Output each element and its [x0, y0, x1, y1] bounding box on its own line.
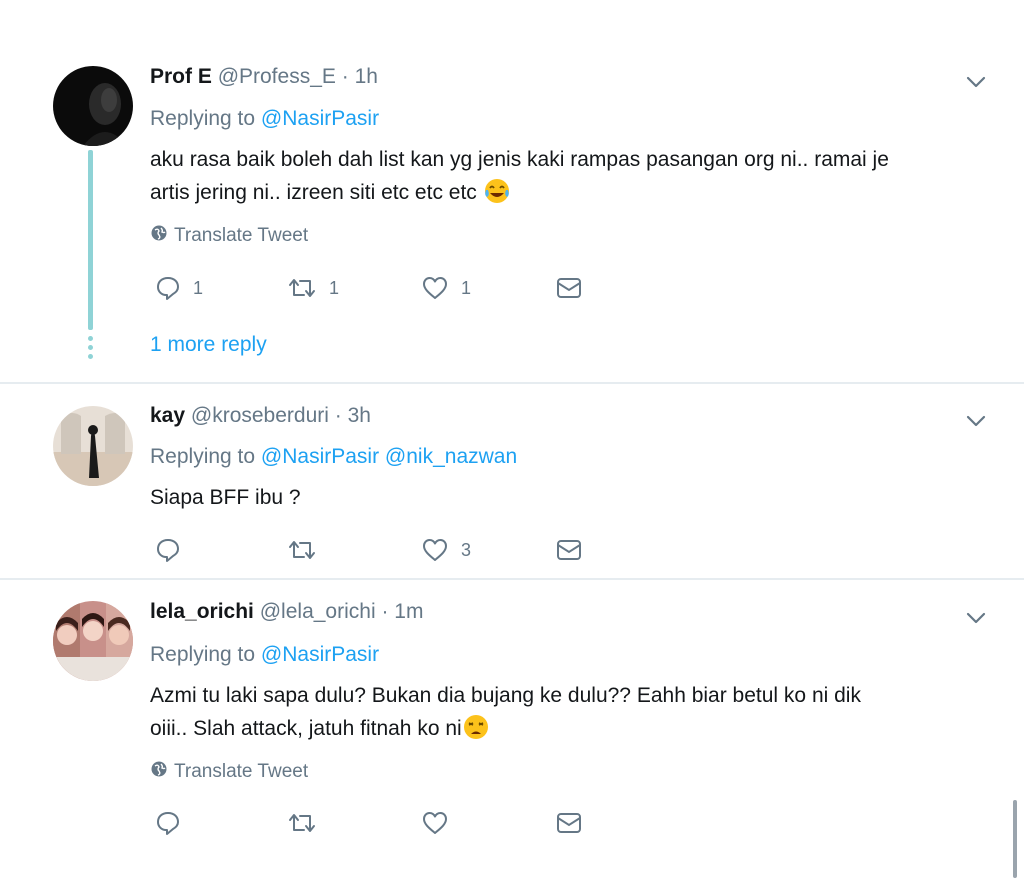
tweet-text-line: artis jering ni.. izreen siti etc etc et… — [150, 176, 990, 215]
like-count: 3 — [461, 539, 472, 560]
translate-tweet[interactable]: Translate Tweet — [150, 224, 308, 248]
direct-message-button[interactable] — [555, 275, 583, 301]
tweet-text-line: Siapa BFF ibu ? — [150, 486, 301, 509]
retweet-count: 1 — [329, 277, 340, 298]
envelope-icon — [555, 810, 583, 836]
tweet-text: Azmi tu laki sapa dulu? Bukan dia bujang… — [150, 679, 990, 751]
reply-count: 1 — [193, 277, 204, 298]
user-handle[interactable]: @kroseberduri — [191, 404, 329, 427]
tweet-text-line: aku rasa baik boleh dah list kan yg jeni… — [150, 148, 889, 171]
chevron-down-icon[interactable] — [964, 409, 988, 433]
retweet-button[interactable] — [287, 537, 329, 563]
chevron-down-icon[interactable] — [964, 70, 988, 94]
separator: · — [334, 404, 342, 427]
avatar[interactable] — [53, 66, 133, 146]
heart-icon — [421, 275, 449, 301]
translate-label: Translate Tweet — [174, 225, 309, 246]
tweet-kay[interactable]: kay @kroseberduri · 3h Replying to @Nasi… — [0, 384, 1024, 578]
replying-to-label: Replying to — [150, 107, 256, 130]
tweet-text-line: oiii.. Slah attack, jatuh fitnah ko ni — [150, 712, 990, 751]
reply-button[interactable] — [155, 537, 193, 563]
translate-tweet[interactable]: Translate Tweet — [150, 760, 308, 784]
chevron-down-icon[interactable] — [964, 606, 988, 630]
tweet-header: Prof E @Profess_E · 1h — [150, 65, 378, 89]
tweet-text-line: Azmi tu laki sapa dulu? Bukan dia bujang… — [150, 684, 861, 707]
reply-button[interactable]: 1 — [155, 275, 203, 301]
tweet-text: aku rasa baik boleh dah list kan yg jeni… — [150, 143, 990, 215]
replying-to: Replying to @NasirPasir — [150, 107, 379, 131]
separator: · — [341, 65, 349, 88]
more-replies-link[interactable]: 1 more reply — [150, 333, 267, 357]
like-button[interactable] — [421, 810, 461, 836]
mention-link[interactable]: @NasirPasir — [261, 107, 379, 130]
mention-link[interactable]: @NasirPasir — [261, 643, 379, 666]
retweet-icon — [287, 275, 317, 301]
globe-icon — [150, 224, 168, 248]
like-button[interactable]: 3 — [421, 537, 471, 563]
retweet-button[interactable] — [287, 810, 329, 836]
direct-message-button[interactable] — [555, 810, 583, 836]
user-handle[interactable]: @lela_orichi — [260, 600, 376, 623]
avatar[interactable] — [53, 406, 133, 486]
reply-icon — [155, 810, 181, 836]
mention-link[interactable]: @nik_nazwan — [385, 445, 517, 468]
globe-icon — [150, 760, 168, 784]
retweet-icon — [287, 537, 317, 563]
scrollbar[interactable] — [1013, 800, 1017, 878]
tweet-header: lela_orichi @lela_orichi · 1m — [150, 600, 423, 624]
tweet-prof-e[interactable]: Prof E @Profess_E · 1h Replying to @Nasi… — [0, 0, 1024, 382]
like-button[interactable]: 1 — [421, 275, 471, 301]
tweet-text: Siapa BFF ibu ? — [150, 481, 990, 514]
timestamp[interactable]: 1m — [394, 600, 423, 623]
timestamp[interactable]: 1h — [355, 65, 378, 88]
face-with-tears-of-joy-icon — [483, 177, 511, 215]
mention-link[interactable]: @NasirPasir — [261, 445, 379, 468]
separator: · — [381, 600, 389, 623]
direct-message-button[interactable] — [555, 537, 583, 563]
tweet-header: kay @kroseberduri · 3h — [150, 404, 371, 428]
weary-face-icon — [462, 713, 490, 751]
tweet-lela-orichi[interactable]: lela_orichi @lela_orichi · 1m Replying t… — [0, 580, 1024, 885]
display-name[interactable]: kay — [150, 404, 185, 427]
replying-to-label: Replying to — [150, 445, 256, 468]
reply-icon — [155, 537, 181, 563]
thread-line — [88, 150, 93, 330]
tweet-text-segment: oiii.. Slah attack, jatuh fitnah ko ni — [150, 717, 462, 740]
retweet-button[interactable]: 1 — [287, 275, 339, 301]
heart-icon — [421, 537, 449, 563]
display-name[interactable]: Prof E — [150, 65, 212, 88]
replying-to: Replying to @NasirPasir — [150, 643, 379, 667]
thread-dots — [88, 336, 93, 363]
heart-icon — [421, 810, 449, 836]
envelope-icon — [555, 275, 583, 301]
avatar[interactable] — [53, 601, 133, 681]
user-handle[interactable]: @Profess_E — [218, 65, 336, 88]
reply-button[interactable] — [155, 810, 193, 836]
retweet-icon — [287, 810, 317, 836]
like-count: 1 — [461, 277, 472, 298]
replying-to-label: Replying to — [150, 643, 256, 666]
envelope-icon — [555, 537, 583, 563]
translate-label: Translate Tweet — [174, 761, 309, 782]
timestamp[interactable]: 3h — [348, 404, 371, 427]
reply-icon — [155, 275, 181, 301]
display-name[interactable]: lela_orichi — [150, 600, 254, 623]
replying-to: Replying to @NasirPasir @nik_nazwan — [150, 445, 517, 469]
tweet-text-segment: artis jering ni.. izreen siti etc etc et… — [150, 181, 477, 204]
